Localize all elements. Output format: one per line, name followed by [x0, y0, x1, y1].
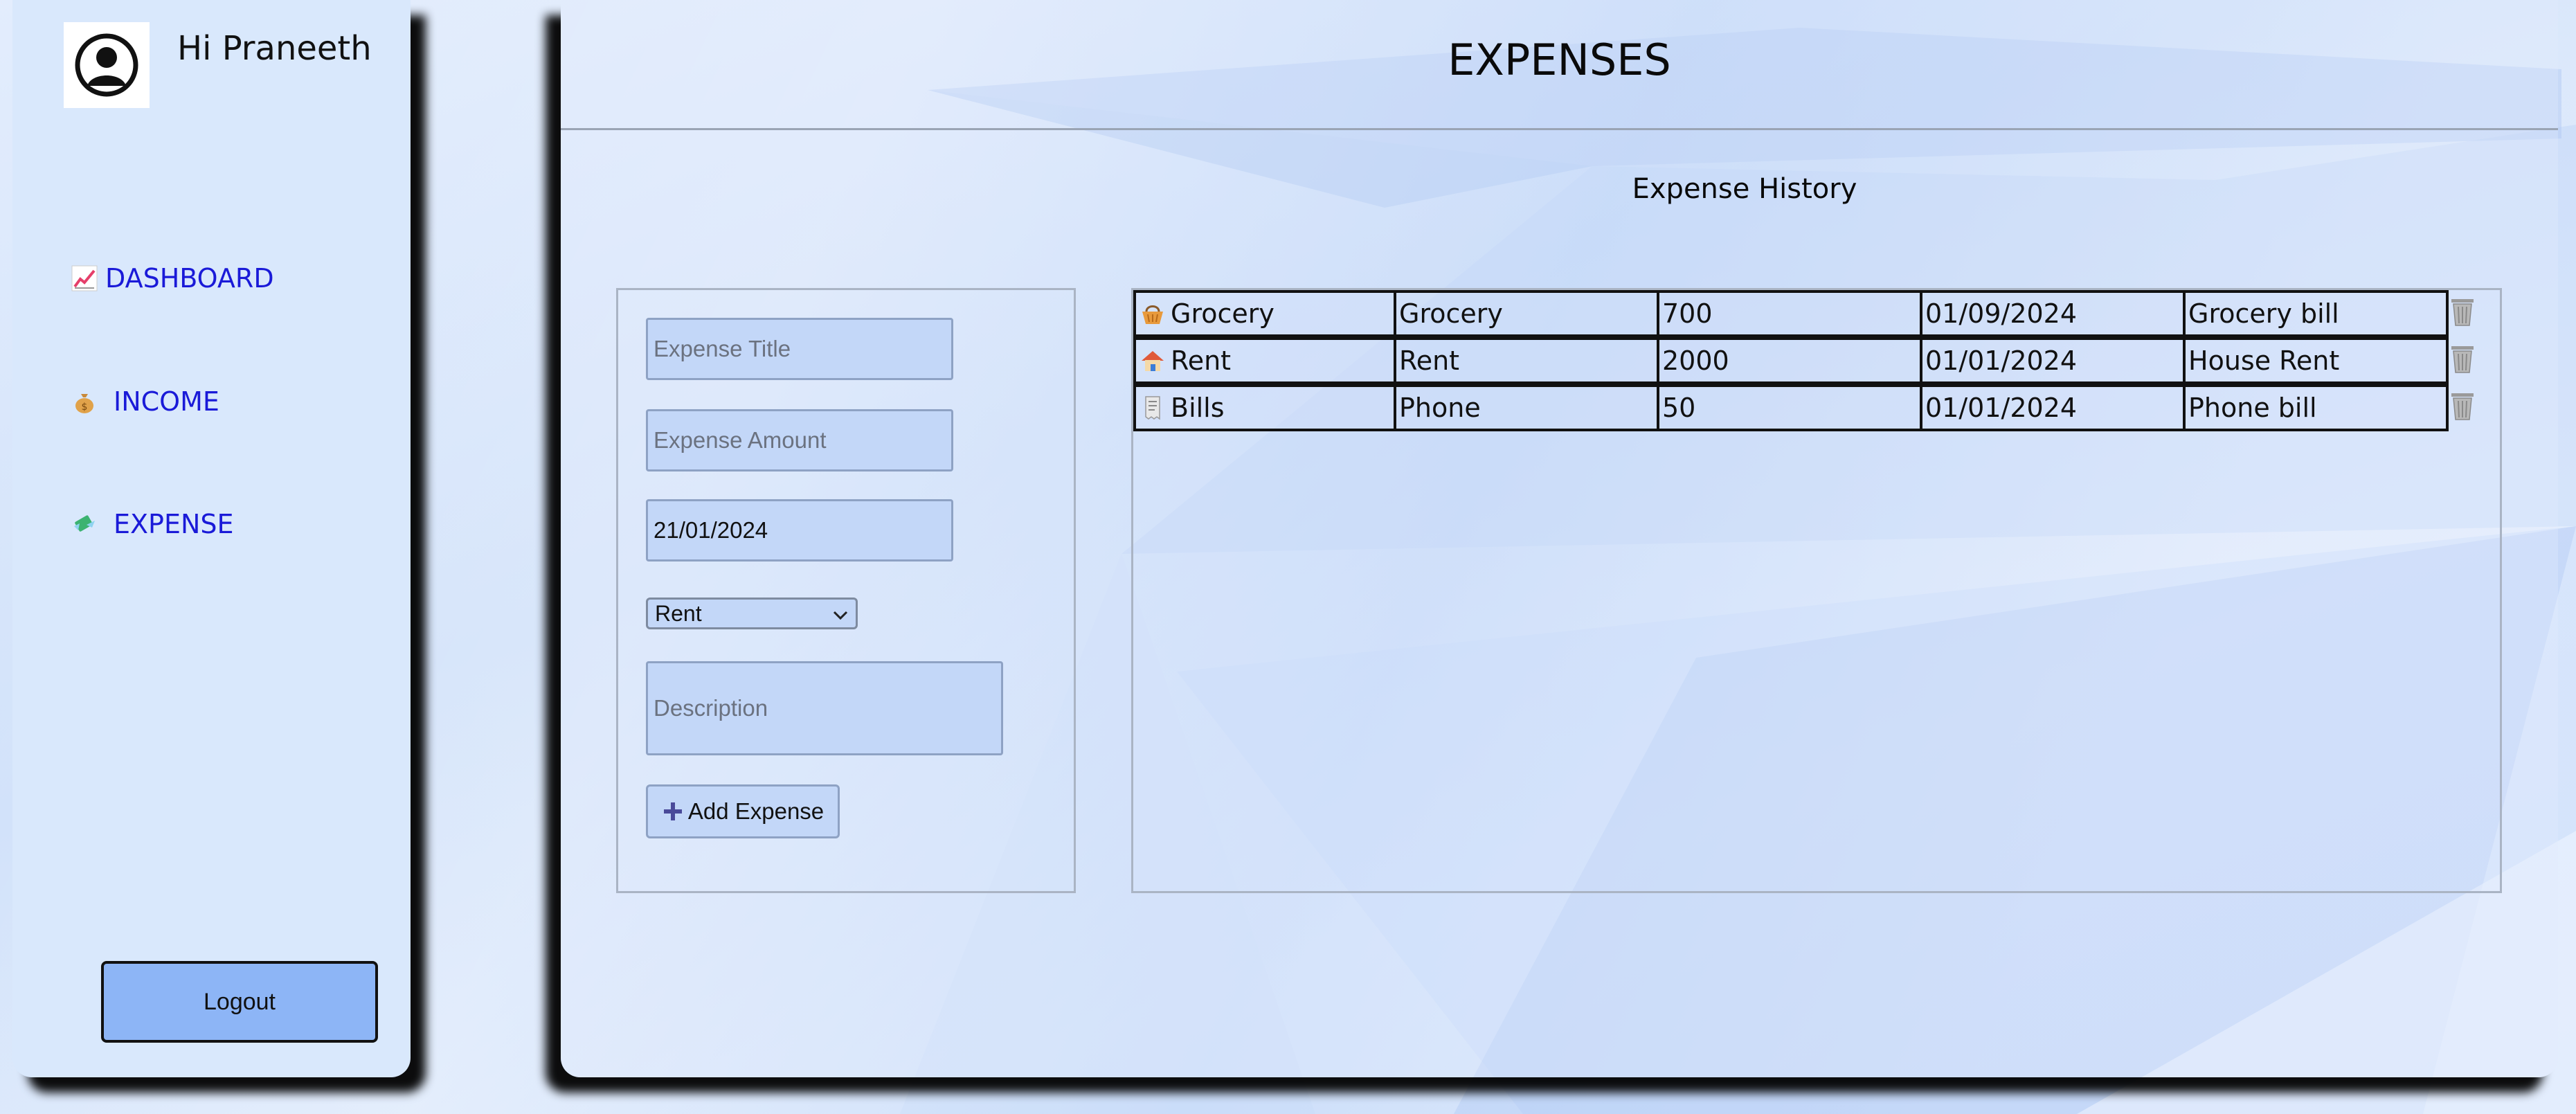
- expense-date-cell: 01/01/2024: [1920, 384, 2186, 431]
- expense-title: Rent: [1171, 345, 1232, 376]
- trash-icon: [2449, 343, 2476, 377]
- sidebar-item-expense[interactable]: EXPENSE: [71, 509, 234, 539]
- expense-description-cell: Phone bill: [2183, 384, 2449, 431]
- money-with-wings-icon: [71, 510, 98, 538]
- money-bag-icon: $: [71, 388, 98, 415]
- receipt-icon: [1139, 394, 1167, 422]
- expense-category-cell: Rent: [1394, 337, 1659, 384]
- chevron-down-icon: [832, 601, 849, 627]
- sidebar: Hi Praneeth DASHBOARD $ INCOME EXPENSE L…: [12, 0, 411, 1077]
- trash-icon: [2449, 390, 2476, 424]
- expense-title: Bills: [1171, 393, 1225, 423]
- category-selected-value: Rent: [655, 600, 702, 626]
- logout-button[interactable]: Logout: [101, 961, 378, 1043]
- expense-description-cell: House Rent: [2183, 337, 2449, 384]
- sidebar-item-income[interactable]: $ INCOME: [71, 386, 219, 417]
- expense-category-cell: Phone: [1394, 384, 1659, 431]
- sidebar-item-label: DASHBOARD: [105, 263, 274, 294]
- expense-amount-cell: 2000: [1657, 337, 1922, 384]
- chart-increasing-icon: [71, 264, 98, 292]
- table-row: Grocery Grocery 700 01/09/2024 Grocery b…: [1133, 290, 2449, 337]
- delete-expense-button[interactable]: [2447, 391, 2478, 423]
- expense-date-cell: 01/01/2024: [1920, 337, 2186, 384]
- add-expense-label: Add Expense: [687, 798, 825, 824]
- expense-title-cell: Bills: [1133, 384, 1396, 431]
- description-textarea[interactable]: Description: [646, 661, 1003, 755]
- user-greeting: Hi Praneeth: [177, 29, 372, 68]
- expense-category-cell: Grocery: [1394, 290, 1659, 337]
- delete-expense-button[interactable]: [2447, 297, 2478, 329]
- sidebar-item-label: EXPENSE: [114, 509, 234, 539]
- expense-amount-cell: 700: [1657, 290, 1922, 337]
- page-header: EXPENSES: [561, 0, 2558, 130]
- expense-title: Grocery: [1171, 298, 1275, 329]
- expense-date-input[interactable]: 21/01/2024: [646, 499, 953, 562]
- shopping-basket-icon: [1139, 300, 1167, 327]
- expense-date-cell: 01/09/2024: [1920, 290, 2186, 337]
- table-row: Rent Rent 2000 01/01/2024 House Rent: [1133, 337, 2449, 384]
- expense-description-cell: Grocery bill: [2183, 290, 2449, 337]
- expense-title-cell: Rent: [1133, 337, 1396, 384]
- page-title: EXPENSES: [1448, 35, 1671, 85]
- table-row: Bills Phone 50 01/01/2024 Phone bill: [1133, 384, 2449, 431]
- svg-text:$: $: [82, 402, 88, 413]
- sidebar-item-label: INCOME: [114, 386, 219, 417]
- expense-history-title: Expense History: [1632, 173, 1857, 205]
- trash-icon: [2449, 296, 2476, 330]
- house-icon: [1139, 347, 1167, 375]
- plus-icon: [662, 800, 684, 823]
- expense-amount-input[interactable]: Expense Amount: [646, 409, 953, 471]
- add-expense-form: Expense Title Expense Amount 21/01/2024 …: [616, 288, 1076, 893]
- user-avatar-icon: [64, 22, 150, 108]
- expense-title-input[interactable]: Expense Title: [646, 318, 953, 380]
- delete-expense-button[interactable]: [2447, 344, 2478, 376]
- main-panel: EXPENSES Expense History Expense Title E…: [561, 0, 2558, 1077]
- expense-title-cell: Grocery: [1133, 290, 1396, 337]
- sidebar-item-dashboard[interactable]: DASHBOARD: [71, 263, 274, 294]
- expense-history-table: Grocery Grocery 700 01/09/2024 Grocery b…: [1131, 288, 2502, 893]
- add-expense-button[interactable]: Add Expense: [646, 784, 840, 838]
- expense-amount-cell: 50: [1657, 384, 1922, 431]
- category-select[interactable]: Rent: [646, 598, 858, 629]
